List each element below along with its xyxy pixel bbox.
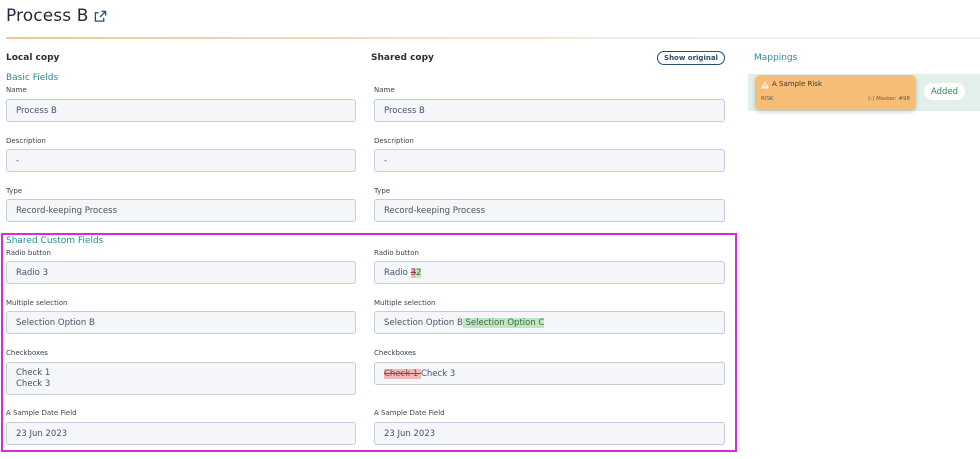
local-copy-heading: Local copy bbox=[6, 53, 60, 63]
basic-fields-heading: Basic Fields bbox=[6, 73, 59, 83]
radio-field-local[interactable]: Radio 3 bbox=[6, 261, 356, 284]
risk-type: RISK bbox=[761, 96, 774, 102]
radio-field-shared[interactable]: Radio 32 bbox=[374, 261, 725, 284]
risk-name: A Sample Risk bbox=[772, 80, 822, 88]
radio-label-shared: Radio button bbox=[374, 249, 419, 257]
radio-shared-prefix: Radio bbox=[384, 267, 411, 278]
checkboxes-field-shared[interactable]: Check 1 Check 3 bbox=[374, 362, 725, 385]
title-row: Process B bbox=[6, 6, 107, 26]
mappings-heading: Mappings bbox=[754, 53, 798, 63]
page-title: Process B bbox=[6, 6, 89, 26]
name-field-local[interactable]: Process B bbox=[6, 99, 356, 122]
show-original-button[interactable]: Show original bbox=[657, 51, 725, 65]
description-field-local[interactable]: - bbox=[6, 149, 356, 172]
multi-shared-prefix: Selection Option B bbox=[384, 317, 463, 328]
multi-label-local: Multiple selection bbox=[6, 299, 68, 307]
risk-reference: (-) Master: #98 bbox=[868, 96, 910, 102]
multi-field-local[interactable]: Selection Option B bbox=[6, 311, 356, 334]
description-field-shared[interactable]: - bbox=[374, 149, 725, 172]
checkbox-value-1: Check 1 bbox=[16, 367, 51, 378]
radio-added-value: 2 bbox=[416, 267, 422, 278]
risk-card[interactable]: A Sample Risk RISK (-) Master: #98 bbox=[755, 75, 916, 110]
external-link-icon[interactable] bbox=[94, 10, 107, 23]
type-label-local: Type bbox=[6, 187, 23, 195]
title-divider bbox=[6, 37, 980, 39]
radio-label-local: Radio button bbox=[6, 249, 51, 257]
added-status-badge: Added bbox=[924, 83, 966, 100]
name-label-local: Name bbox=[6, 86, 27, 94]
date-field-shared[interactable]: 23 Jun 2023 bbox=[374, 422, 725, 445]
date-label-shared: A Sample Date Field bbox=[374, 409, 445, 417]
checkboxes-label-shared: Checkboxes bbox=[374, 349, 416, 357]
checkboxes-label-local: Checkboxes bbox=[6, 349, 48, 357]
multi-added-value: Selection Option C bbox=[462, 317, 545, 328]
description-label-local: Description bbox=[6, 137, 46, 145]
multi-field-shared[interactable]: Selection Option B Selection Option C bbox=[374, 311, 725, 334]
type-field-shared[interactable]: Record-keeping Process bbox=[374, 199, 725, 222]
shared-custom-fields-heading: Shared Custom Fields bbox=[6, 236, 104, 246]
date-field-local[interactable]: 23 Jun 2023 bbox=[6, 422, 356, 445]
checkbox-kept-value: Check 3 bbox=[420, 368, 456, 379]
name-field-shared[interactable]: Process B bbox=[374, 99, 725, 122]
date-label-local: A Sample Date Field bbox=[6, 409, 77, 417]
type-label-shared: Type bbox=[374, 187, 391, 195]
shared-copy-heading: Shared copy bbox=[371, 53, 434, 63]
type-field-local[interactable]: Record-keeping Process bbox=[6, 199, 356, 222]
checkbox-removed-value: Check 1 bbox=[384, 368, 421, 379]
multi-label-shared: Multiple selection bbox=[374, 299, 436, 307]
checkbox-value-2: Check 3 bbox=[16, 378, 51, 389]
name-label-shared: Name bbox=[374, 86, 395, 94]
warning-icon bbox=[761, 81, 769, 89]
description-label-shared: Description bbox=[374, 137, 414, 145]
checkboxes-field-local[interactable]: Check 1 Check 3 bbox=[6, 362, 356, 395]
